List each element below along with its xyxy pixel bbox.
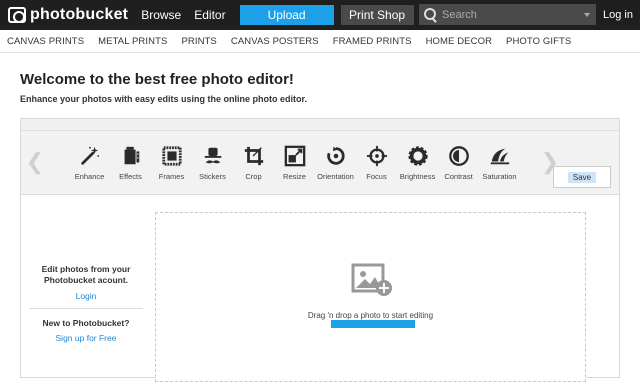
- tool-contrast[interactable]: Contrast: [438, 145, 479, 181]
- crop-icon: [244, 146, 263, 166]
- login-panel-link[interactable]: Login: [29, 291, 143, 301]
- subnav-framed-prints[interactable]: FRAMED PRINTS: [333, 36, 412, 47]
- tool-label: Contrast: [444, 172, 473, 181]
- page-title: Welcome to the best free photo editor!: [20, 71, 294, 88]
- photobucket-logo[interactable]: photobucket: [8, 6, 128, 24]
- crosshair-icon: [366, 145, 387, 167]
- login-link[interactable]: Log in: [603, 9, 633, 21]
- subnav-prints[interactable]: PRINTS: [181, 36, 216, 47]
- rotate-icon: [326, 146, 345, 165]
- sun-icon: [407, 146, 428, 166]
- chevron-down-icon[interactable]: [584, 12, 590, 17]
- save-button-label: Save: [567, 171, 597, 183]
- search-icon[interactable]: [424, 7, 438, 22]
- tool-resize[interactable]: Resize: [274, 145, 315, 181]
- tool-brightness[interactable]: Brightness: [397, 145, 438, 181]
- editor-top-strip: [21, 119, 619, 131]
- hat-mustache-icon: [204, 147, 221, 164]
- print-shop-button[interactable]: Print Shop: [340, 5, 414, 25]
- signup-prompt: New to Photobucket?: [42, 318, 130, 328]
- magic-wand-icon: [80, 146, 99, 165]
- upload-progress-bar: [331, 320, 415, 328]
- dropzone-text: Drag 'n drop a photo to start editing: [307, 311, 434, 320]
- subnav-photo-gifts[interactable]: PHOTO GIFTS: [506, 36, 571, 47]
- tool-list: Enhance Effects Frames Stickers Crop Res…: [69, 145, 520, 181]
- tool-label: Crop: [245, 172, 262, 181]
- search-input[interactable]: [442, 8, 572, 21]
- photo-dropzone[interactable]: Drag 'n drop a photo to start editing: [155, 212, 586, 382]
- tool-stickers[interactable]: Stickers: [192, 145, 233, 181]
- page-subtitle: Enhance your photos with easy edits usin…: [20, 94, 308, 104]
- tool-effects[interactable]: Effects: [110, 145, 151, 181]
- tool-orientation[interactable]: Orientation: [315, 145, 356, 181]
- top-nav-bar: photobucket Browse Editor Upload Print S…: [0, 0, 640, 30]
- tool-label: Frames: [158, 172, 185, 181]
- subnav-metal-prints[interactable]: METAL PRINTS: [98, 36, 167, 47]
- film-icon: [124, 146, 139, 165]
- signup-link[interactable]: Sign up for Free: [29, 333, 143, 343]
- subnav-canvas-posters[interactable]: CANVAS POSTERS: [231, 36, 319, 47]
- saturation-icon: [490, 148, 509, 165]
- tool-crop[interactable]: Crop: [233, 145, 274, 181]
- nav-browse-link[interactable]: Browse: [141, 8, 181, 22]
- subnav-home-decor[interactable]: HOME DECOR: [426, 36, 492, 47]
- tool-label: Saturation: [482, 172, 517, 181]
- subnav-canvas-prints[interactable]: CANVAS PRINTS: [7, 36, 84, 47]
- tool-enhance[interactable]: Enhance: [69, 145, 110, 181]
- login-prompt: Edit photos from your Photobucket acount…: [41, 264, 131, 285]
- tool-label: Resize: [283, 172, 306, 181]
- camera-logo-icon: [8, 7, 26, 23]
- tool-label: Effects: [119, 172, 142, 181]
- account-panel: Edit photos from your Photobucket acount…: [29, 264, 143, 343]
- tool-label: Orientation: [317, 172, 354, 181]
- tool-label: Stickers: [199, 172, 226, 181]
- nav-editor-link[interactable]: Editor: [194, 8, 225, 22]
- logo-text: photobucket: [30, 6, 129, 23]
- divider: [29, 308, 143, 309]
- save-button[interactable]: Save: [553, 166, 611, 188]
- tool-label: Focus: [366, 172, 387, 181]
- tool-frames[interactable]: Frames: [151, 145, 192, 181]
- tool-saturation[interactable]: Saturation: [479, 145, 520, 181]
- product-subnav: CANVAS PRINTS METAL PRINTS PRINTS CANVAS…: [0, 30, 640, 53]
- contrast-icon: [448, 146, 469, 166]
- chevron-left-icon[interactable]: ❮: [25, 145, 45, 179]
- resize-icon: [284, 145, 305, 167]
- tool-label: Brightness: [399, 172, 436, 181]
- tool-label: Enhance: [74, 172, 105, 181]
- search-box: [419, 4, 596, 25]
- add-photo-icon: [351, 263, 392, 296]
- photo-editor: ❮ Enhance Effects Frames Stickers Crop R…: [20, 118, 620, 382]
- frame-icon: [161, 146, 182, 166]
- editor-toolbar: ❮ Enhance Effects Frames Stickers Crop R…: [21, 131, 619, 195]
- tool-focus[interactable]: Focus: [356, 145, 397, 181]
- upload-button[interactable]: Upload: [239, 5, 334, 25]
